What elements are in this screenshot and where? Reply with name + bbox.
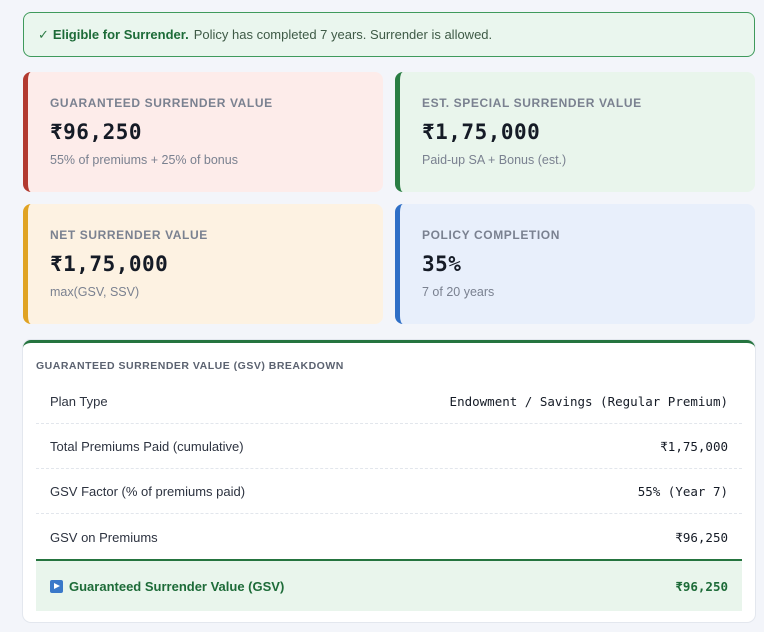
row-value: ₹1,75,000 (660, 439, 728, 454)
card-value: ₹96,250 (50, 120, 143, 144)
breakdown-row-gsv-on-premiums: GSV on Premiums ₹96,250 (36, 515, 742, 559)
breakdown-row-plan-type: Plan Type Endowment / Savings (Regular P… (36, 380, 742, 424)
total-value: ₹96,250 (675, 578, 728, 594)
card-label: EST. SPECIAL SURRENDER VALUE (422, 96, 642, 110)
card-subtext: 7 of 20 years (422, 285, 495, 299)
card-label: POLICY COMPLETION (422, 228, 560, 242)
card-net-surrender-value: NET SURRENDER VALUE ₹1,75,000 max(GSV, S… (23, 204, 383, 324)
card-label: NET SURRENDER VALUE (50, 228, 208, 242)
row-value: 55% (Year 7) (637, 484, 728, 499)
card-subtext: max(GSV, SSV) (50, 285, 140, 299)
check-icon: ✓ (38, 26, 49, 42)
row-label: GSV on Premiums (50, 529, 158, 545)
card-value: ₹1,75,000 (50, 252, 169, 276)
row-value: Endowment / Savings (Regular Premium) (449, 394, 728, 409)
play-icon (50, 579, 63, 593)
breakdown-row-gsv-factor: GSV Factor (% of premiums paid) 55% (Yea… (36, 470, 742, 514)
row-label: Plan Type (50, 394, 108, 409)
eligibility-banner: ✓ Eligible for Surrender. Policy has com… (23, 12, 755, 57)
card-guaranteed-surrender-value: GUARANTEED SURRENDER VALUE ₹96,250 55% o… (23, 72, 383, 192)
breakdown-heading: GUARANTEED SURRENDER VALUE (GSV) BREAKDO… (36, 360, 344, 372)
card-special-surrender-value: EST. SPECIAL SURRENDER VALUE ₹1,75,000 P… (395, 72, 755, 192)
row-label: GSV Factor (% of premiums paid) (50, 484, 246, 499)
row-value: ₹96,250 (675, 529, 728, 545)
total-label: Guaranteed Surrender Value (GSV) (69, 578, 285, 594)
card-label: GUARANTEED SURRENDER VALUE (50, 96, 273, 110)
card-value: 35% (422, 252, 462, 276)
breakdown-row-total-premiums: Total Premiums Paid (cumulative) ₹1,75,0… (36, 425, 742, 469)
gsv-breakdown-panel: GUARANTEED SURRENDER VALUE (GSV) BREAKDO… (23, 340, 755, 622)
card-subtext: 55% of premiums + 25% of bonus (50, 153, 238, 167)
banner-message: Policy has completed 7 years. Surrender … (193, 27, 493, 42)
card-policy-completion: POLICY COMPLETION 35% 7 of 20 years (395, 204, 755, 324)
card-value: ₹1,75,000 (422, 120, 541, 144)
card-subtext: Paid-up SA + Bonus (est.) (422, 153, 567, 167)
banner-title: Eligible for Surrender. (52, 27, 189, 42)
row-label: Total Premiums Paid (cumulative) (50, 439, 244, 454)
breakdown-total-row: Guaranteed Surrender Value (GSV) ₹96,250 (36, 559, 742, 611)
